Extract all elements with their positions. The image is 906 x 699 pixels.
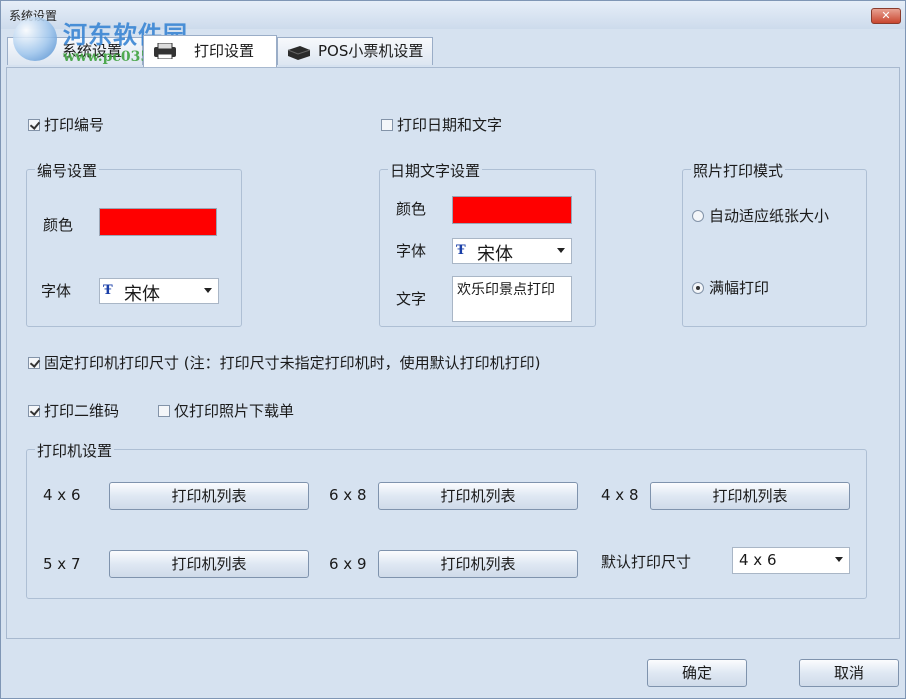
printer-list-button-4x6[interactable]: 打印机列表	[109, 482, 309, 510]
date-text-input[interactable]: 欢乐印景点打印	[452, 276, 572, 322]
checkbox-label: 固定打印机打印尺寸 (注：打印尺寸未指定打印机时，使用默认打印机打印)	[44, 354, 541, 372]
font-value: 宋体	[477, 244, 513, 265]
radio-auto-fit-paper[interactable]: 自动适应纸张大小	[692, 205, 829, 226]
tab-print-settings[interactable]: 打印设置	[143, 35, 277, 67]
ok-button[interactable]: 确定	[647, 659, 747, 687]
chevron-down-icon	[204, 288, 212, 293]
default-size-label: 默认打印尺寸	[601, 553, 692, 571]
photo-download-only-checkbox[interactable]: 仅打印照片下载单	[158, 400, 294, 421]
print-number-checkbox[interactable]: 打印编号	[28, 114, 104, 135]
size-label-4x6: 4 x 6	[43, 486, 81, 504]
tab-label: 打印设置	[194, 42, 255, 60]
group-title: 编号设置	[35, 160, 100, 181]
size-label-6x9: 6 x 9	[329, 555, 367, 573]
close-button[interactable]: ✕	[871, 8, 901, 24]
number-font-select[interactable]: Ŧ 宋体	[99, 278, 219, 305]
printer-list-button-4x8[interactable]: 打印机列表	[650, 482, 850, 510]
font-icon: Ŧ	[103, 283, 113, 298]
chevron-down-icon	[557, 248, 565, 253]
checkbox-label: 打印二维码	[44, 402, 120, 420]
printer-settings-group: 打印机设置 4 x 6 打印机列表 6 x 8 打印机列表 4 x 8 打印机列…	[26, 440, 867, 599]
printer-list-button-6x9[interactable]: 打印机列表	[378, 550, 578, 578]
size-label-5x7: 5 x 7	[43, 555, 81, 573]
fixed-print-size-checkbox[interactable]: 固定打印机打印尺寸 (注：打印尺寸未指定打印机时，使用默认打印机打印)	[28, 352, 540, 373]
checkbox-label: 打印编号	[44, 116, 105, 134]
tab-pos-receipt-settings[interactable]: POS小票机设置	[277, 37, 433, 65]
date-text-settings-group: 日期文字设置 颜色 字体 Ŧ 宋体 文字 欢乐印景点打印	[379, 160, 596, 327]
printer-icon	[154, 43, 176, 59]
tab-label: POS小票机设置	[318, 42, 424, 60]
radio-label: 自动适应纸张大小	[709, 207, 830, 225]
number-color-picker[interactable]	[99, 208, 217, 236]
color-label: 颜色	[396, 200, 427, 218]
printer-list-button-6x8[interactable]: 打印机列表	[378, 482, 578, 510]
color-label: 颜色	[43, 216, 74, 234]
font-icon: Ŧ	[456, 243, 466, 258]
checkbox-box[interactable]	[381, 118, 393, 131]
radio-full-bleed[interactable]: 满幅打印	[692, 277, 769, 298]
checkbox-label: 仅打印照片下载单	[174, 402, 295, 420]
radio-circle[interactable]	[692, 209, 704, 222]
default-size-value: 4 x 6	[739, 551, 777, 569]
font-label: 字体	[41, 282, 72, 300]
cancel-button[interactable]: 取消	[799, 659, 899, 687]
checkbox-label: 打印日期和文字	[397, 116, 503, 134]
watermark-logo-icon	[13, 17, 57, 61]
checkbox-box[interactable]	[28, 118, 40, 131]
photo-print-mode-group: 照片打印模式 自动适应纸张大小 满幅打印	[682, 160, 867, 327]
receipt-printer-icon	[287, 46, 311, 60]
default-size-select[interactable]: 4 x 6	[732, 547, 850, 574]
group-title: 日期文字设置	[388, 160, 483, 181]
radio-circle[interactable]	[692, 281, 704, 294]
checkbox-box[interactable]	[28, 404, 40, 417]
settings-window: 系统设置 ✕ 系统设置 打印设置 POS小票机设置 河东软件园 www.pc03…	[0, 0, 906, 699]
print-date-text-checkbox[interactable]: 打印日期和文字	[381, 114, 502, 135]
date-color-picker[interactable]	[452, 196, 572, 224]
number-settings-group: 编号设置 颜色 字体 Ŧ 宋体	[26, 160, 242, 327]
print-settings-panel: 打印编号 打印日期和文字 编号设置 颜色 字体 Ŧ 宋体 日期文字设置 颜色 字…	[6, 67, 900, 639]
date-font-select[interactable]: Ŧ 宋体	[452, 238, 572, 265]
checkbox-box[interactable]	[28, 356, 40, 369]
printer-list-button-5x7[interactable]: 打印机列表	[109, 550, 309, 578]
text-label: 文字	[396, 290, 427, 308]
size-label-4x8: 4 x 8	[601, 486, 639, 504]
size-label-6x8: 6 x 8	[329, 486, 367, 504]
group-title: 打印机设置	[35, 440, 115, 461]
font-label: 字体	[396, 242, 427, 260]
radio-label: 满幅打印	[709, 279, 770, 297]
font-value: 宋体	[124, 284, 160, 305]
chevron-down-icon	[835, 557, 843, 562]
checkbox-box[interactable]	[158, 404, 170, 417]
print-qrcode-checkbox[interactable]: 打印二维码	[28, 400, 119, 421]
group-title: 照片打印模式	[691, 160, 786, 181]
